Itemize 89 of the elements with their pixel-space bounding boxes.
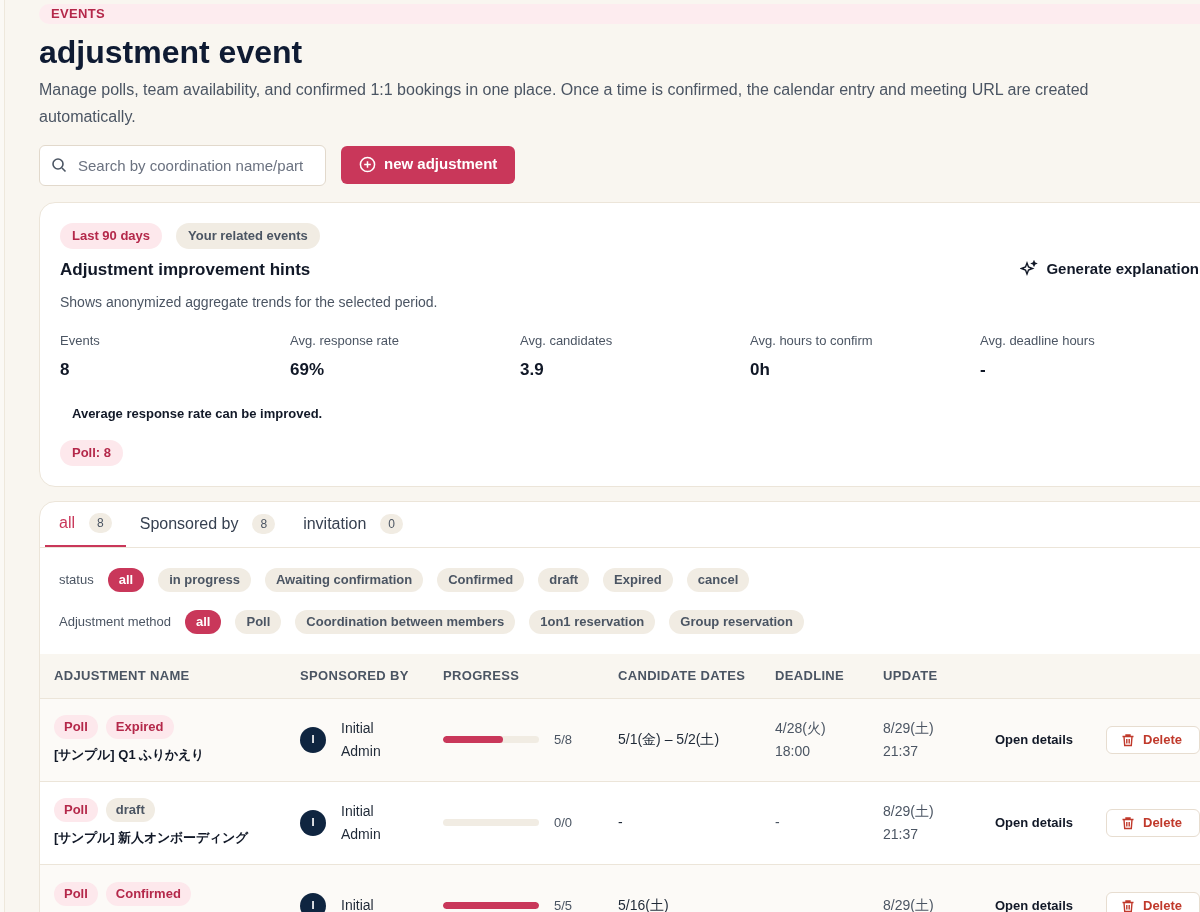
event-name: [サンプル] 新人オンボーディング	[54, 828, 250, 847]
open-details-link[interactable]: Open details	[995, 895, 1106, 912]
avatar: I	[300, 726, 326, 753]
filter-label: Adjustment method	[59, 612, 171, 631]
filter-chip[interactable]: cancel	[686, 567, 750, 592]
delete-button[interactable]: Delete	[1106, 725, 1200, 754]
stat-label: Events	[60, 332, 101, 350]
stat-value: 3.9	[520, 358, 545, 381]
column-header: PROGRESS	[443, 666, 521, 685]
trash-icon	[1121, 732, 1135, 747]
sponsor-name: Admin	[341, 741, 381, 761]
filter-chip[interactable]: Group reservation	[669, 609, 804, 634]
status-tag: Expired	[105, 714, 174, 739]
column-header: DEADLINE	[775, 666, 846, 685]
avatar: I	[300, 892, 326, 912]
update-time: 8/29(土)	[883, 896, 935, 912]
column-header: UPDATE	[883, 666, 939, 685]
filter-chip[interactable]: Coordination between members	[295, 609, 516, 634]
search-field[interactable]: Search by coordination name/part	[39, 144, 326, 186]
filter-chip[interactable]: Expired	[603, 567, 673, 592]
progress-count: 5/5	[554, 896, 573, 912]
tab-count: 8	[89, 513, 112, 533]
section-label: EVENTS	[51, 5, 105, 23]
filter-chip[interactable]: Poll	[235, 609, 282, 634]
avatar: I	[300, 809, 326, 836]
stat-label: Avg. deadline hours	[980, 332, 1096, 350]
stat-value: 8	[60, 358, 71, 381]
stat-value: -	[980, 358, 987, 381]
status-tag: draft	[105, 797, 155, 822]
column-header: SPONSORED BY	[300, 666, 410, 685]
update-time: 21:37	[883, 824, 920, 844]
search-icon	[51, 156, 67, 173]
sponsor-name: Initial	[341, 896, 374, 912]
filter-chip[interactable]: all	[107, 567, 145, 592]
trash-icon	[1121, 815, 1135, 830]
status-tag: Poll	[54, 714, 98, 739]
column-header: ADJUSTMENT NAME	[54, 666, 191, 685]
card-title: Adjustment improvement hints	[60, 258, 311, 281]
status-tag: Poll	[54, 881, 98, 906]
tab[interactable]: invitation 0	[289, 501, 417, 547]
filter-chip: Your related events	[176, 222, 320, 249]
sponsor-name: Initial	[341, 718, 375, 738]
status-tag: Confirmed	[105, 881, 191, 906]
candidate-dates: -	[618, 813, 624, 832]
stat-label: Avg. candidates	[520, 332, 614, 350]
stat-label: Avg. response rate	[290, 332, 400, 350]
filter-label: status	[59, 570, 94, 589]
progress-count: 0/0	[554, 813, 573, 832]
filter-chip[interactable]: draft	[538, 567, 590, 592]
delete-button[interactable]: Delete	[1106, 891, 1200, 912]
open-details-link[interactable]: Open details	[995, 729, 1106, 750]
filter-chip[interactable]: in progress	[158, 567, 251, 592]
stat-value: 69%	[290, 358, 326, 381]
tab[interactable]: Sponsored by 8	[125, 501, 290, 547]
stat-label: Avg. hours to confirm	[750, 332, 874, 350]
update-time: 8/29(土)	[883, 801, 935, 821]
stat-value: 0h	[750, 358, 771, 381]
candidate-dates: 5/16(土)	[618, 896, 670, 912]
hint-message: Average response rate can be improved.	[72, 405, 324, 423]
page-title: adjustment event	[39, 32, 304, 72]
open-details-link[interactable]: Open details	[995, 812, 1106, 833]
generate-explanation-button[interactable]: Generate explanation	[1020, 258, 1199, 281]
tab-count: 8	[252, 514, 276, 534]
page-description: Manage polls, team availability, and confirmed 1:1 bookings in one place. Once a time is confirmed, the calendar entry and meeting URL are created automatically.	[39, 79, 1090, 127]
update-time: 8/29(土)	[883, 718, 935, 738]
new-adjustment-button[interactable]: new adjustment	[341, 145, 516, 184]
progress-count: 5/8	[554, 730, 573, 749]
filter-chip[interactable]: 1on1 reservation	[529, 609, 656, 634]
trash-icon	[1121, 898, 1135, 912]
deadline-text: 18:00	[775, 741, 812, 761]
tab-count: 0	[380, 514, 403, 534]
column-header: CANDIDATE DATES	[618, 666, 747, 685]
filter-chip[interactable]: Awaiting confirmation	[264, 567, 424, 592]
deadline-text: 4/28(火)	[775, 718, 827, 738]
update-time: 21:37	[883, 741, 920, 761]
plus-circle-icon	[359, 156, 376, 173]
sponsor-name: Admin	[341, 824, 381, 844]
tab[interactable]: all 8	[45, 501, 126, 547]
sponsor-name: Initial	[341, 801, 375, 821]
status-tag: Poll	[54, 797, 98, 822]
filter-chip[interactable]: all	[185, 609, 222, 634]
filter-chip[interactable]: Confirmed	[437, 567, 525, 592]
count-badge: Poll: 8	[60, 439, 123, 466]
filter-chip: Last 90 days	[60, 222, 163, 249]
delete-button[interactable]: Delete	[1106, 808, 1200, 837]
deadline-text: -	[775, 813, 781, 832]
card-subtitle: Shows anonymized aggregate trends for the selected period.	[60, 293, 439, 312]
candidate-dates: 5/1(金) – 5/2(土)	[618, 730, 721, 749]
event-name: [サンプル] Q1 ふりかえり	[54, 745, 206, 764]
